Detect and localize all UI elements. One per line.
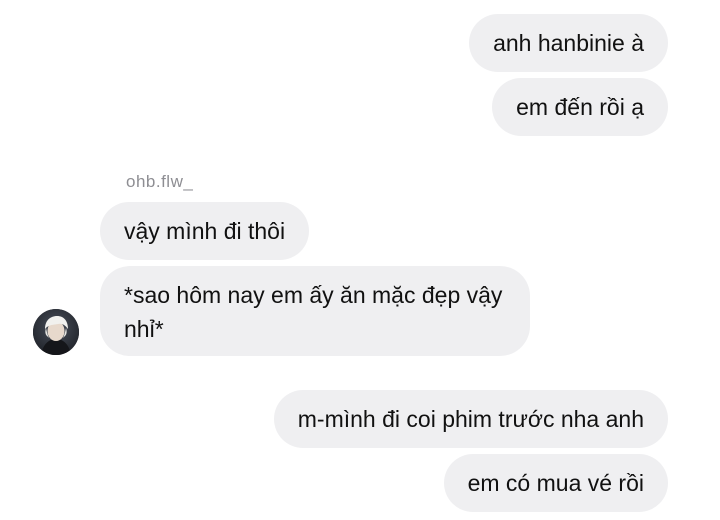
message-bubble-outgoing-3[interactable]: m-mình đi coi phim trước nha anh xyxy=(273,390,668,448)
message-text: m-mình đi coi phim trước nha anh xyxy=(297,406,644,432)
message-bubble-outgoing-2[interactable]: em đến rồi ạ xyxy=(492,78,668,136)
profile-avatar-icon[interactable] xyxy=(33,309,79,355)
avatar-image xyxy=(33,309,79,355)
message-text: *sao hôm nay em ấy ăn mặc đẹp vậy nhỉ* xyxy=(124,282,503,342)
message-text: anh hanbinie à xyxy=(493,30,644,56)
sender-name: ohb.flw_ xyxy=(126,172,194,191)
message-text: em đến rồi ạ xyxy=(516,94,644,120)
message-bubble-incoming-1[interactable]: vậy mình đi thôi xyxy=(100,202,310,260)
message-bubble-incoming-2[interactable]: *sao hôm nay em ấy ăn mặc đẹp vậy nhỉ* xyxy=(100,266,530,356)
message-text: vậy mình đi thôi xyxy=(124,218,286,244)
message-bubble-outgoing-1[interactable]: anh hanbinie à xyxy=(469,14,668,72)
chat-thread: anh hanbinie à em đến rồi ạ ohb.flw_ vậy… xyxy=(0,0,720,520)
message-text: em có mua vé rồi xyxy=(467,470,644,496)
message-bubble-outgoing-4[interactable]: em có mua vé rồi xyxy=(443,454,668,512)
